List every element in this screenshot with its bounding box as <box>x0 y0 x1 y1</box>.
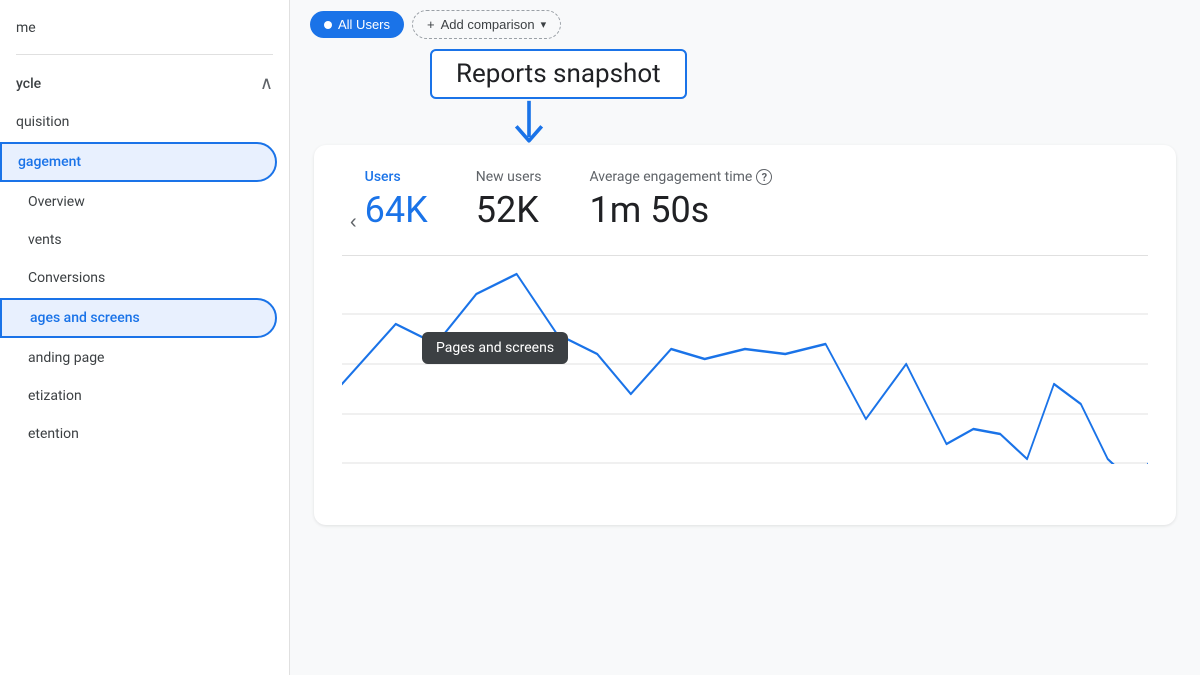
metric-users-value: 64K <box>365 189 428 231</box>
add-comparison-button[interactable]: + Add comparison ▾ <box>412 10 561 39</box>
sidebar-item-monetization[interactable]: etization <box>0 378 277 414</box>
plus-icon: + <box>427 17 435 32</box>
metric-avg-value: 1m 50s <box>589 189 772 231</box>
sidebar-item-landing-page[interactable]: anding page <box>0 340 277 376</box>
sidebar-section-lifecycle[interactable]: ycle ∧ <box>0 63 289 104</box>
sidebar-events-label: vents <box>28 232 62 248</box>
tooltip-text: Pages and screens <box>436 340 554 356</box>
sidebar-overview-label: Overview <box>28 194 85 210</box>
metrics-values-row: Users 64K New users 52K Average engageme… <box>365 169 773 231</box>
sidebar-landing-page-label: anding page <box>28 350 104 366</box>
metric-new-users-value: 52K <box>476 189 542 231</box>
reports-snapshot-box: Reports snapshot <box>430 49 687 99</box>
main-content: All Users + Add comparison ▾ Reports sna… <box>290 0 1200 675</box>
reports-snapshot-title: Reports snapshot <box>456 59 661 89</box>
sidebar-pages-screens-label: ages and screens <box>30 310 140 326</box>
sidebar-item-pages-screens[interactable]: ages and screens <box>0 298 277 338</box>
arrow-down-container <box>370 99 688 149</box>
all-users-label: All Users <box>338 17 390 32</box>
metric-new-users-label: New users <box>476 169 542 185</box>
sidebar-item-overview[interactable]: Overview <box>0 184 277 220</box>
metrics-top-row: ‹ Users 64K New users 52K <box>342 169 1148 255</box>
sidebar-item-home-label: me <box>16 20 36 36</box>
sidebar-monetization-label: etization <box>28 388 82 404</box>
info-icon[interactable]: ? <box>756 169 772 185</box>
top-bar: All Users + Add comparison ▾ <box>290 0 1200 49</box>
sidebar-item-events[interactable]: vents <box>0 222 277 258</box>
metric-users-label: Users <box>365 169 428 185</box>
metric-avg-label-text: Average engagement time <box>589 169 752 185</box>
chevron-down-icon: ▾ <box>541 18 547 31</box>
sidebar: me ycle ∧ quisition gagement Overview ve… <box>0 0 290 675</box>
add-comparison-label: Add comparison <box>441 17 535 32</box>
metric-users: Users 64K <box>365 169 428 231</box>
chevron-up-icon: ∧ <box>260 73 273 94</box>
snapshot-section: Reports snapshot ‹ Users 64K <box>290 49 1200 525</box>
metrics-divider <box>342 255 1148 256</box>
sidebar-retention-label: etention <box>28 426 79 442</box>
sidebar-item-acquisition[interactable]: quisition <box>0 104 277 140</box>
all-users-button[interactable]: All Users <box>310 11 404 38</box>
tooltip-box: Pages and screens <box>422 332 568 364</box>
all-users-dot <box>324 21 332 29</box>
sidebar-lifecycle-label: ycle <box>16 76 41 92</box>
metric-avg-label: Average engagement time ? <box>589 169 772 185</box>
metrics-card: ‹ Users 64K New users 52K <box>314 145 1176 525</box>
sidebar-conversions-label: Conversions <box>28 270 105 286</box>
metric-new-users: New users 52K <box>476 169 542 231</box>
sidebar-engagement-label: gagement <box>18 154 81 170</box>
sidebar-item-engagement[interactable]: gagement <box>0 142 277 182</box>
sidebar-item-retention[interactable]: etention <box>0 416 277 452</box>
arrow-down-icon <box>509 99 549 149</box>
prev-button[interactable]: ‹ <box>342 207 365 238</box>
chart-area: Pages and screens <box>342 264 1148 464</box>
sidebar-item-conversions[interactable]: Conversions <box>0 260 277 296</box>
sidebar-divider-1 <box>16 54 273 55</box>
sidebar-item-home[interactable]: me <box>0 10 277 46</box>
sidebar-acquisition-label: quisition <box>16 114 69 130</box>
metric-avg-engagement: Average engagement time ? 1m 50s <box>589 169 772 231</box>
line-chart <box>342 264 1148 464</box>
